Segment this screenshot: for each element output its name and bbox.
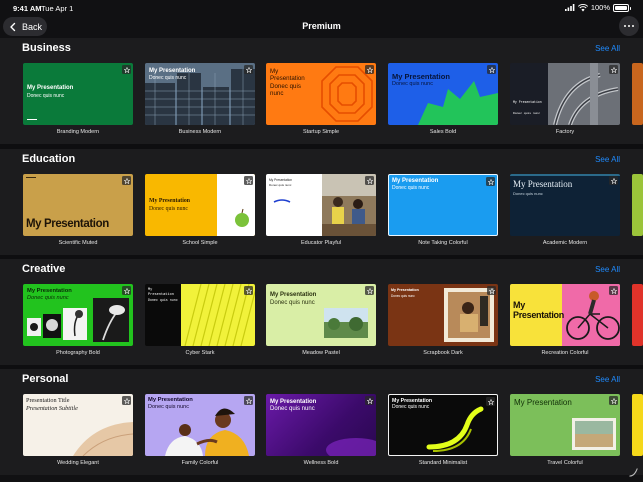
section-business: Business See All My Presentation Donec q… <box>0 38 643 144</box>
star-icon <box>486 397 495 406</box>
template-label: Scrapbook Dark <box>423 350 463 356</box>
star-icon <box>365 176 374 185</box>
star-icon <box>244 65 253 74</box>
template-label: Sales Bold <box>429 129 457 135</box>
template-label: Wedding Elegant <box>57 460 99 466</box>
template-label: Photography Bold <box>56 350 100 356</box>
template-card[interactable]: My Presentation Donec quis nunc <box>388 284 498 346</box>
battery-percent: 100% <box>590 3 610 12</box>
template-card[interactable]: My Presentation Donec quis nunc <box>145 394 255 456</box>
template-label: Travel Colorful <box>547 460 583 466</box>
status-time: 9:41 AM <box>13 4 42 13</box>
template-card[interactable]: My Presentation <box>510 394 620 456</box>
see-all-link[interactable]: See All <box>595 265 620 274</box>
star-icon <box>244 396 253 405</box>
template-label: Startup Simple <box>302 129 340 135</box>
star-icon <box>486 177 495 186</box>
star-icon <box>365 396 374 405</box>
ellipsis-icon <box>624 25 626 27</box>
template-card[interactable]: Presentation Title Presentation Subtitle <box>23 394 133 456</box>
template-card-partial[interactable] <box>632 63 643 125</box>
section-education: Education See All My Presentation Scient… <box>0 149 643 255</box>
star-icon <box>244 286 253 295</box>
template-card[interactable]: My Presentation Donec quis nunc <box>266 394 376 456</box>
template-label: Business Modern <box>178 129 222 135</box>
star-icon <box>365 286 374 295</box>
template-card[interactable]: My Presentation Donec quis nunc <box>145 174 255 236</box>
resize-handle-icon[interactable] <box>629 468 638 477</box>
template-label: Recreation Colorful <box>541 350 589 356</box>
template-card[interactable]: My Presentation Donec quis nunc <box>510 63 620 125</box>
battery-icon <box>613 3 631 12</box>
status-right: 100% <box>564 3 631 12</box>
template-card[interactable]: My Presentation Donec quis nunc <box>23 63 133 125</box>
template-card[interactable]: My Presentation Donec quis nunc <box>145 63 255 125</box>
template-card[interactable]: My Presentation Donec quis nunc <box>388 174 498 236</box>
section-title: Personal <box>22 373 69 385</box>
template-card[interactable]: My Presentation <box>510 284 620 346</box>
star-icon <box>365 65 374 74</box>
template-label: Factory <box>555 129 575 135</box>
nav-bar: Back Premium <box>0 14 643 38</box>
star-icon <box>487 65 496 74</box>
template-card[interactable]: My Presentation Donec quis nunc <box>266 174 376 236</box>
apple-graphic <box>235 208 249 227</box>
see-all-link[interactable]: See All <box>595 155 620 164</box>
template-card[interactable]: My Presentation Donec quis nunc <box>510 174 620 236</box>
template-card[interactable]: My Presentation Donec quis nunc <box>266 63 376 125</box>
star-icon <box>487 286 496 295</box>
cellular-icon <box>564 4 575 11</box>
star-icon <box>122 396 131 405</box>
more-options-button[interactable] <box>619 16 639 36</box>
template-label: School Simple <box>182 240 218 246</box>
template-card[interactable]: My Presentation Donec quis nunc <box>145 284 255 346</box>
star-icon <box>122 65 131 74</box>
template-label: Note Taking Colorful <box>418 240 468 246</box>
star-icon <box>122 176 131 185</box>
template-label: Wellness Bold <box>303 460 339 466</box>
star-icon <box>122 286 131 295</box>
see-all-link[interactable]: See All <box>595 375 620 384</box>
section-title: Business <box>22 42 71 54</box>
star-icon <box>609 65 618 74</box>
template-label: Scientific Muted <box>58 240 98 246</box>
template-card[interactable]: My Presentation Donec quis nunc <box>388 394 498 456</box>
template-label: Branding Modern <box>56 129 100 135</box>
see-all-link[interactable]: See All <box>595 44 620 53</box>
template-label: Educator Playful <box>300 240 342 246</box>
template-label: Academic Modern <box>542 240 588 246</box>
section-creative: Creative See All My Presentation Donec q… <box>0 259 643 365</box>
wifi-icon <box>577 3 588 11</box>
template-label: Meadow Pastel <box>302 350 340 356</box>
star-icon <box>244 176 253 185</box>
section-personal: Personal See All Presentation Title Pres… <box>0 369 643 475</box>
template-card-partial[interactable] <box>632 394 643 456</box>
template-card-partial[interactable] <box>632 174 643 236</box>
template-card[interactable]: My Presentation Donec quis nunc <box>23 284 133 346</box>
section-title: Education <box>22 153 76 165</box>
star-icon <box>609 176 618 185</box>
template-card-partial[interactable] <box>632 284 643 346</box>
template-card[interactable]: My Presentation <box>23 174 133 236</box>
template-card[interactable]: My Presentation Donec quis nunc <box>266 284 376 346</box>
star-icon <box>609 286 618 295</box>
status-date: Tue Apr 1 <box>41 4 74 13</box>
page-title: Premium <box>302 21 341 31</box>
template-label: Cyber Stark <box>185 350 215 356</box>
star-icon <box>609 396 618 405</box>
template-label: Family Colorful <box>181 460 219 466</box>
section-title: Creative <box>22 263 66 275</box>
template-label: Standard Minimalist <box>418 460 468 466</box>
template-card[interactable]: My Presentation Donec quis nunc <box>388 63 498 125</box>
